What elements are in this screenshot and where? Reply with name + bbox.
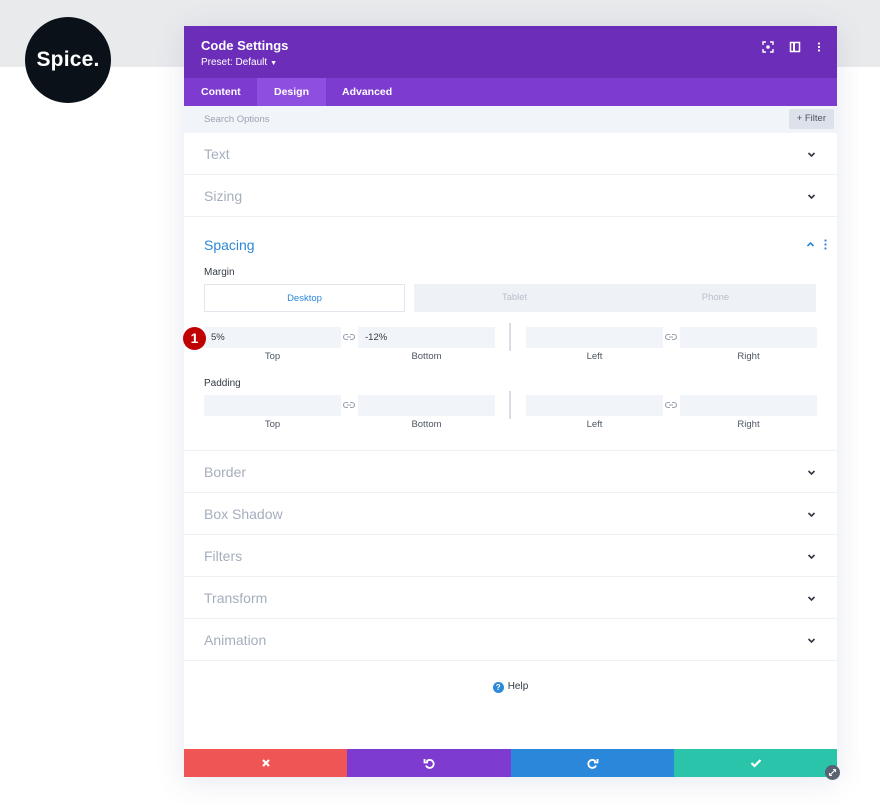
link-icon[interactable] [665, 401, 677, 409]
margin-top-input[interactable]: 5% [204, 327, 341, 348]
undo-button[interactable] [347, 749, 511, 777]
chevron-up-icon[interactable] [806, 240, 815, 249]
group-box-shadow[interactable]: Box Shadow [184, 493, 837, 535]
margin-right-input[interactable] [680, 327, 817, 348]
group-filters[interactable]: Filters [184, 535, 837, 577]
filter-button[interactable]: + Filter [788, 109, 834, 129]
padding-top-input[interactable] [204, 395, 341, 416]
margin-bottom-input[interactable]: -12% [358, 327, 495, 348]
tab-content[interactable]: Content [184, 78, 258, 106]
link-icon[interactable] [343, 333, 355, 341]
padding-bottom-label: Bottom [411, 419, 442, 430]
padding-left-label: Left [586, 419, 603, 430]
modal-footer [184, 749, 837, 777]
save-button[interactable] [674, 749, 837, 777]
resize-handle[interactable] [825, 765, 840, 780]
help-label: Help [507, 681, 529, 692]
margin-label: Margin [204, 267, 235, 278]
question-circle-icon: ? [492, 682, 504, 693]
search-bar: Search Options + Filter [184, 106, 837, 133]
help-link[interactable]: ? Help [184, 681, 837, 693]
group-title: Sizing [204, 188, 243, 204]
padding-right-input[interactable] [680, 395, 817, 416]
search-input[interactable]: Search Options [204, 114, 269, 125]
link-icon[interactable] [343, 401, 355, 409]
chevron-down-icon [807, 470, 816, 476]
chevron-down-icon [807, 512, 816, 518]
group-animation[interactable]: Animation [184, 619, 837, 661]
field-divider [509, 391, 511, 419]
step-badge: 1 [183, 327, 206, 350]
padding-bottom-input[interactable] [358, 395, 495, 416]
group-title: Box Shadow [204, 506, 283, 522]
padding-top-label: Top [264, 419, 281, 430]
more-vertical-icon[interactable] [824, 239, 827, 250]
group-sizing[interactable]: Sizing [184, 175, 837, 217]
chevron-down-icon [807, 194, 816, 200]
group-title: Border [204, 464, 247, 480]
resize-icon [828, 768, 837, 777]
brand-logo: Spice. [25, 17, 111, 103]
preset-selector[interactable]: Preset: Default ▼ [201, 57, 277, 68]
group-border[interactable]: Border [184, 451, 837, 493]
group-title: Text [204, 146, 230, 162]
more-vertical-icon[interactable] [812, 40, 826, 54]
caret-down-icon: ▼ [270, 60, 278, 67]
group-transform[interactable]: Transform [184, 577, 837, 619]
group-title-spacing[interactable]: Spacing [204, 237, 255, 253]
modal-header: Code Settings Preset: Default ▼ [184, 26, 837, 78]
cancel-button[interactable] [184, 749, 347, 777]
group-text[interactable]: Text [184, 133, 837, 175]
redo-button[interactable] [511, 749, 674, 777]
check-icon [750, 759, 761, 768]
padding-left-input[interactable] [526, 395, 663, 416]
redo-icon [586, 759, 598, 769]
split-view-icon[interactable] [788, 40, 802, 54]
group-title: Animation [204, 632, 267, 648]
padding-right-label: Right [737, 419, 760, 430]
device-tab-phone[interactable]: Phone [615, 284, 816, 312]
field-divider [509, 323, 511, 351]
device-tab-tablet[interactable]: Tablet [414, 284, 615, 312]
focus-icon[interactable] [761, 40, 775, 54]
device-tab-desktop[interactable]: Desktop [204, 284, 405, 312]
chevron-down-icon [807, 596, 816, 602]
padding-label: Padding [204, 378, 241, 389]
chevron-down-icon [807, 638, 816, 644]
group-title: Filters [204, 548, 243, 564]
tab-design[interactable]: Design [257, 78, 327, 106]
modal-tabs: Content Design Advanced [184, 78, 837, 106]
chevron-down-icon [807, 554, 816, 560]
chevron-down-icon [807, 152, 816, 158]
modal-title: Code Settings [201, 38, 289, 53]
settings-modal: Code Settings Preset: Default ▼ Content D… [184, 26, 837, 777]
margin-left-input[interactable] [526, 327, 663, 348]
margin-left-label: Left [586, 351, 603, 362]
link-icon[interactable] [665, 333, 677, 341]
close-icon [261, 759, 270, 767]
margin-bottom-label: Bottom [411, 351, 442, 362]
group-title: Transform [204, 590, 268, 606]
margin-top-label: Top [264, 351, 281, 362]
preset-label: Preset: Default [201, 57, 268, 68]
tab-advanced[interactable]: Advanced [325, 78, 409, 106]
undo-icon [423, 759, 435, 769]
margin-right-label: Right [737, 351, 760, 362]
